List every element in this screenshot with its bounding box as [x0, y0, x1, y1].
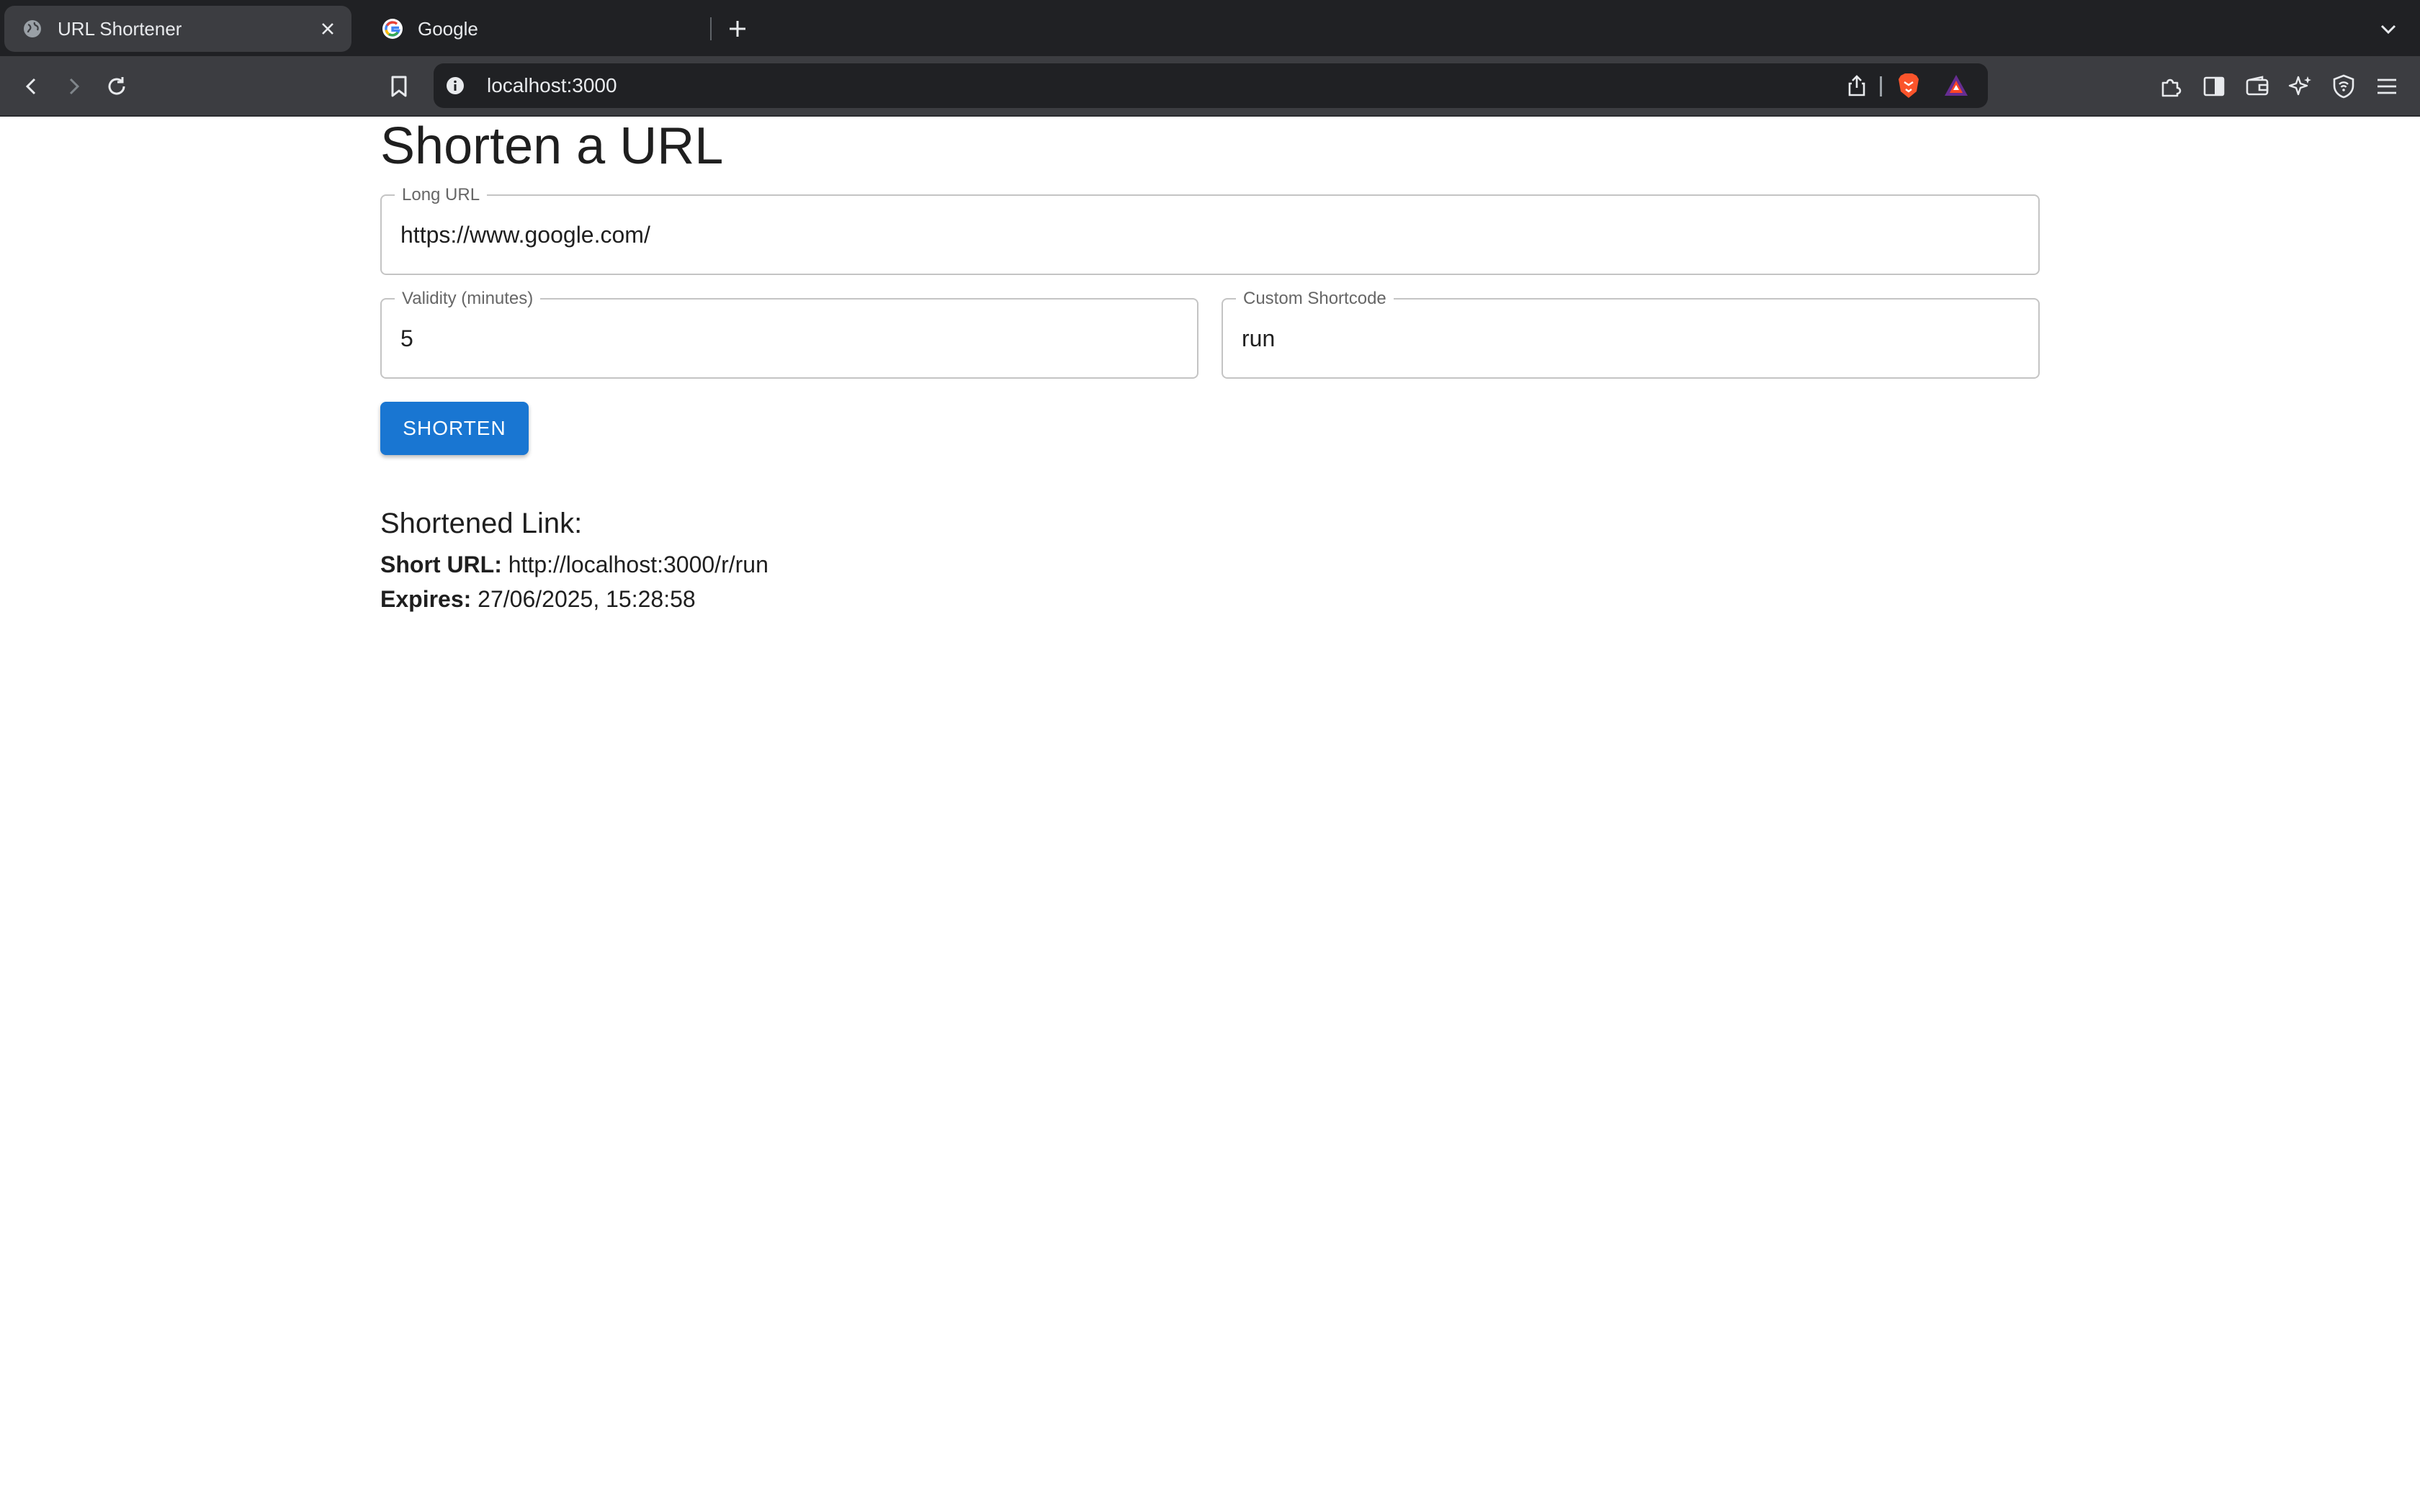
close-tab-icon[interactable] [315, 17, 340, 41]
short-url-label: Short URL: [380, 552, 502, 577]
tab-url-shortener[interactable]: URL Shortener [4, 6, 351, 52]
share-icon[interactable] [1844, 73, 1870, 99]
tab-search-chevron-icon[interactable] [2374, 14, 2403, 43]
new-tab-plus-icon[interactable] [723, 14, 752, 43]
validity-input[interactable]: 5 [400, 300, 1178, 377]
brave-shields-icon[interactable] [1894, 71, 1923, 100]
back-arrow-icon[interactable] [14, 69, 49, 104]
reload-icon[interactable] [99, 69, 134, 104]
address-divider [1880, 76, 1882, 96]
globe-icon [22, 18, 43, 40]
custom-shortcode-input[interactable]: run [1242, 300, 2020, 377]
short-url-row: Short URL: http://localhost:3000/r/run [380, 549, 768, 580]
expires-value: 27/06/2025, 15:28:58 [478, 586, 696, 612]
long-url-input[interactable]: https://www.google.com/ [400, 196, 2020, 274]
leo-ai-sparkle-icon[interactable] [2283, 69, 2318, 104]
tab-divider [710, 17, 712, 40]
short-url-value: http://localhost:3000/r/run [508, 552, 768, 577]
tab-google[interactable]: Google [364, 6, 710, 52]
site-info-icon[interactable] [444, 74, 467, 97]
tab-title: URL Shortener [58, 17, 182, 40]
bookmark-icon[interactable] [382, 69, 416, 104]
extensions-puzzle-icon[interactable] [2154, 69, 2188, 104]
page-title: Shorten a URL [380, 117, 724, 175]
tab-strip: URL Shortener Google [0, 0, 2420, 56]
result-heading: Shortened Link: [380, 508, 583, 539]
vpn-shield-icon[interactable] [2326, 69, 2361, 104]
brave-rewards-icon[interactable] [1942, 71, 1971, 100]
address-bar[interactable]: localhost:3000 [434, 63, 1988, 108]
expires-row: Expires: 27/06/2025, 15:28:58 [380, 583, 696, 615]
tab-title: Google [418, 17, 478, 40]
address-text: localhost:3000 [487, 74, 617, 96]
wallet-icon[interactable] [2240, 69, 2275, 104]
long-url-field[interactable]: Long URL https://www.google.com/ [380, 185, 2040, 275]
shorten-button[interactable]: SHORTEN [380, 402, 529, 455]
validity-field[interactable]: Validity (minutes) 5 [380, 289, 1198, 379]
forward-arrow-icon[interactable] [56, 69, 91, 104]
google-icon [382, 18, 403, 40]
hamburger-menu-icon[interactable] [2370, 69, 2404, 104]
expires-label: Expires: [380, 586, 472, 612]
custom-shortcode-field[interactable]: Custom Shortcode run [1222, 289, 2040, 379]
browser-toolbar: localhost:3000 [0, 56, 2420, 117]
sidebar-toggle-icon[interactable] [2197, 69, 2231, 104]
